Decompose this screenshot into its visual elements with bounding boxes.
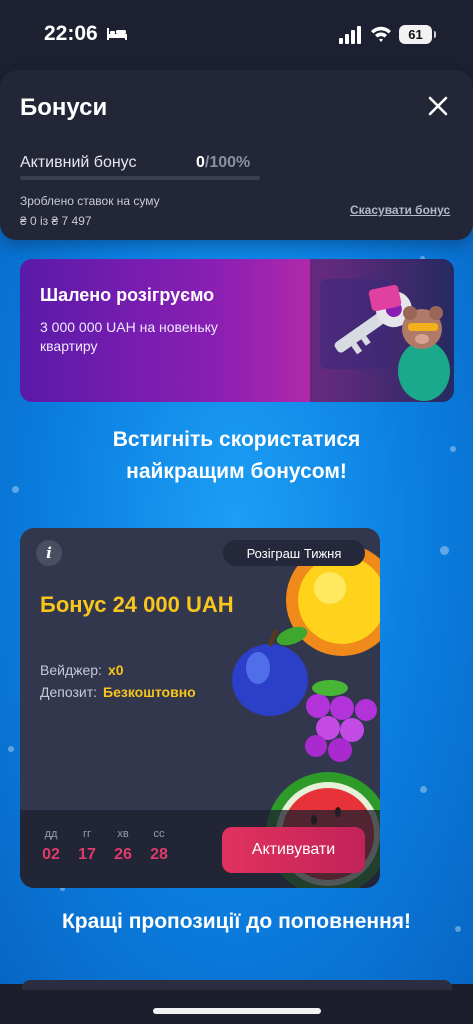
timer-label: гг: [82, 828, 92, 840]
signal-icon: [339, 26, 361, 44]
wager-row: Вейджер: x0: [40, 662, 124, 678]
timer-value: 28: [150, 846, 168, 863]
tag-weekly-draw: Розіграш Тижня: [223, 540, 365, 566]
battery-icon: 61: [399, 25, 436, 44]
bonus-card: i Розіграш Тижня Бонус 24 000 UAH Вейдже…: [20, 528, 380, 888]
status-time: 22:06: [44, 22, 98, 45]
plum-icon: [232, 626, 308, 716]
bonus-progress-bar: [20, 176, 260, 180]
grapes-icon: [305, 680, 377, 762]
sheet-title: Бонуси: [20, 94, 108, 121]
bottom-bar: [0, 980, 473, 1024]
progress-max: /100%: [204, 154, 251, 171]
bed-icon: [107, 28, 127, 40]
timer-value: 26: [114, 846, 132, 863]
home-indicator[interactable]: [153, 1008, 321, 1014]
bets-amount: ₴ 0 із ₴ 7 497: [20, 214, 92, 228]
cancel-bonus-link[interactable]: Скасувати бонус: [350, 203, 450, 217]
headline-line-1: Встигніть скористатися: [112, 428, 361, 451]
timer-label: сс: [153, 828, 165, 840]
headline-line-2: найкращим бонусом!: [126, 460, 347, 483]
deposit-label: Депозит:: [40, 684, 98, 700]
timer-seconds: сс 28: [148, 828, 170, 864]
deposit-value: Безкоштовно: [103, 684, 196, 700]
status-bar: 22:06 61: [0, 0, 473, 70]
next-card-peek: [22, 980, 452, 990]
wager-value: x0: [107, 662, 124, 678]
banner-title: Шалено розігруємо: [40, 285, 215, 305]
card-footer: дд 02 гг 17 хв 26 сс 28 Активувати: [20, 810, 380, 888]
bets-label: Зроблено ставок на суму: [20, 194, 160, 208]
bonus-title: Бонус 24 000 UAH: [40, 592, 234, 617]
timer-value: 17: [78, 846, 96, 863]
bonus-headline: Встигніть скористатися найкращим бонусом…: [0, 424, 473, 488]
deposit-offers-heading: Кращі пропозиції до поповнення!: [61, 910, 412, 933]
timer-minutes: хв 26: [112, 828, 134, 864]
key-mascot-illustration: [310, 259, 454, 402]
bonus-sheet: Бонуси Активний бонус 0/100% Зроблено ст…: [0, 70, 473, 240]
promo-banner[interactable]: Шалено розігруємо 3 000 000 UAH на новен…: [20, 259, 454, 402]
timer-days: дд 02: [40, 828, 62, 864]
activate-button[interactable]: Активувати: [222, 827, 365, 873]
timer-value: 02: [42, 846, 60, 863]
info-icon[interactable]: i: [36, 540, 62, 566]
deposit-row: Депозит: Безкоштовно: [40, 684, 196, 700]
wager-label: Вейджер:: [40, 662, 102, 678]
countdown-timer: дд 02 гг 17 хв 26 сс 28: [40, 828, 170, 864]
progress-current: 0: [196, 154, 205, 171]
close-icon[interactable]: [424, 92, 452, 120]
bonus-progress-text: 0/100%: [196, 154, 250, 172]
wifi-icon: [371, 26, 391, 42]
banner-text: 3 000 000 UAH на новеньку квартиру: [40, 319, 218, 354]
active-bonus-label: Активний бонус: [20, 154, 137, 171]
timer-label: дд: [44, 828, 58, 840]
timer-label: хв: [117, 828, 129, 840]
timer-hours: гг 17: [76, 828, 98, 864]
